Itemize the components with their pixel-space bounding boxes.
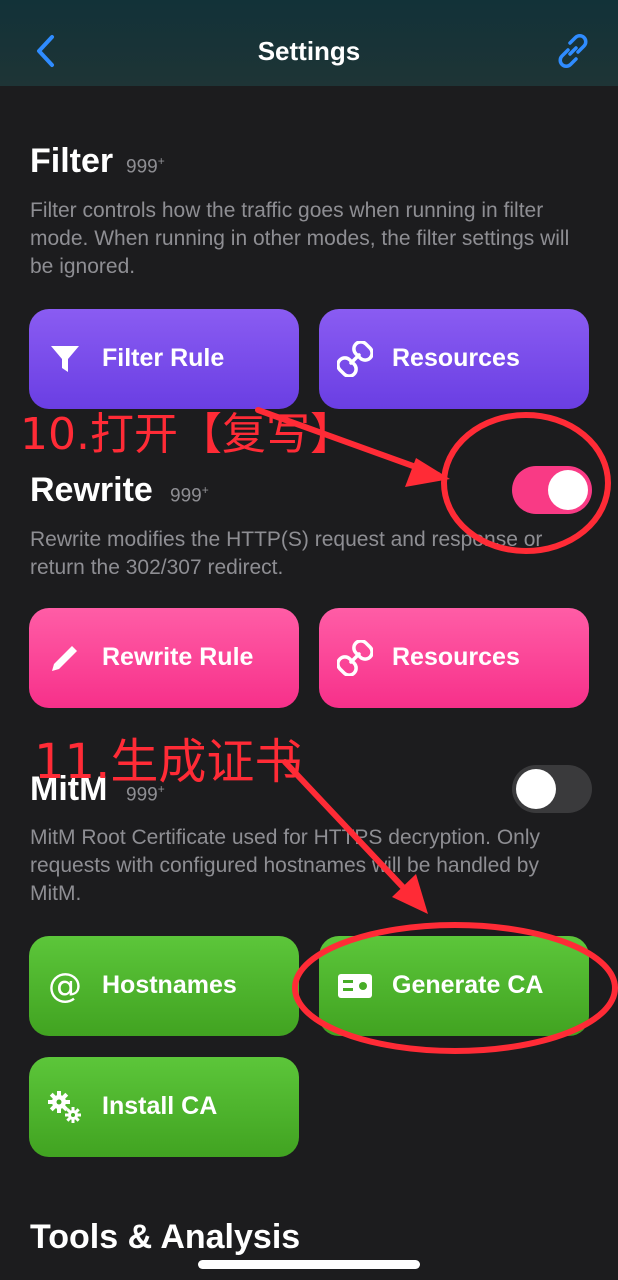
annotation-step-11: 11.生成证书 [34, 734, 303, 790]
rewrite-count-badge: 999+ [170, 483, 209, 507]
rewrite-resources-button[interactable]: Resources [319, 608, 589, 708]
home-indicator [198, 1260, 420, 1269]
rewrite-section-title: Rewrite [30, 471, 153, 509]
generate-ca-button[interactable]: Generate CA [319, 936, 589, 1036]
link-icon[interactable] [554, 32, 592, 70]
rewrite-description: Rewrite modifies the HTTP(S) request and… [30, 528, 543, 579]
filter-resources-label: Resources [392, 344, 520, 372]
navigation-bar: Settings [0, 0, 618, 86]
svg-text:@: @ [48, 968, 82, 1004]
pencil-icon [52, 646, 77, 671]
filter-resources-button[interactable]: Resources [319, 309, 589, 409]
annotation-step-10: 10.打开【复写】 [20, 409, 354, 460]
mitm-description: MitM Root Certificate used for HTTPS dec… [30, 826, 540, 905]
filter-description: Filter controls how the traffic goes whe… [30, 199, 570, 278]
at-icon: @ [48, 968, 82, 1004]
arrowhead-10 [405, 458, 450, 487]
install-ca-button[interactable]: Install CA [29, 1057, 299, 1157]
hostnames-button[interactable]: @ Hostnames [29, 936, 299, 1036]
filter-rule-label: Filter Rule [102, 344, 225, 372]
mitm-toggle[interactable] [512, 765, 592, 813]
hostnames-label: Hostnames [102, 971, 237, 999]
page-title: Settings [257, 36, 361, 66]
tools-section-title: Tools & Analysis [30, 1218, 301, 1256]
filter-rule-button[interactable]: Filter Rule [29, 309, 299, 409]
rewrite-toggle[interactable] [512, 466, 592, 514]
rewrite-resources-label: Resources [392, 643, 520, 671]
toggle-knob [548, 470, 588, 510]
install-ca-label: Install CA [102, 1092, 218, 1120]
generate-ca-label: Generate CA [392, 971, 544, 999]
gears-icon [48, 1091, 81, 1123]
filter-section-title: Filter [30, 142, 114, 180]
filter-count-badge: 999+ [126, 154, 165, 178]
link-icon [337, 640, 373, 676]
link-icon [337, 341, 373, 377]
id-card-icon [338, 974, 372, 998]
funnel-icon [51, 346, 79, 372]
rewrite-rule-button[interactable]: Rewrite Rule [29, 608, 299, 708]
rewrite-rule-label: Rewrite Rule [102, 643, 254, 671]
toggle-knob [516, 769, 556, 809]
